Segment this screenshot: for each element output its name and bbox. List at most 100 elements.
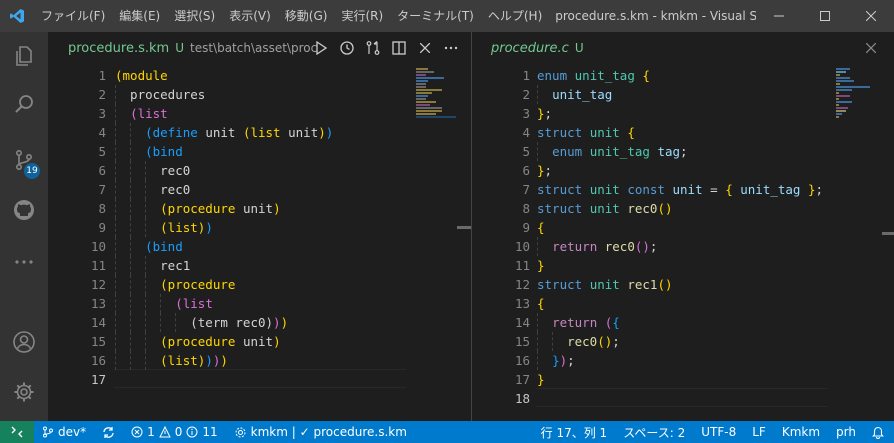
right-editor-group: procedure.c U 1 enum unit_tag {2 unit_tag… — [472, 32, 894, 421]
code-line[interactable]: 15 (procedure unit) — [48, 332, 408, 351]
split-editor-icon[interactable] — [386, 41, 412, 55]
code-token: (bind — [145, 239, 183, 254]
code-line[interactable]: 10 return rec0(); — [472, 237, 832, 256]
code-text: return ({ — [537, 313, 620, 332]
left-code-area[interactable]: 1 (module 2 procedures 3 (list 4 (define uni… — [48, 66, 408, 389]
code-token: unit — [235, 334, 274, 349]
code-line[interactable]: 6 rec0 — [48, 161, 408, 180]
code-line[interactable]: 18 — [472, 389, 832, 408]
code-line[interactable]: 1 (module — [48, 66, 408, 85]
code-line[interactable]: 11 rec1 — [48, 256, 408, 275]
timeline-icon[interactable] — [334, 40, 360, 56]
source-control-icon[interactable]: 19 — [0, 136, 48, 184]
close-tab-icon[interactable] — [858, 43, 884, 53]
code-line[interactable]: 2 procedures — [48, 85, 408, 104]
code-token: ) — [280, 315, 289, 330]
code-line[interactable]: 7 rec0 — [48, 180, 408, 199]
settings-gear-icon[interactable] — [0, 368, 48, 416]
left-scrollbar-thumb[interactable] — [457, 226, 471, 229]
right-code-area[interactable]: 1 enum unit_tag {2 unit_tag 3}; 4 struct uni… — [472, 66, 832, 408]
notifications-bell-icon[interactable] — [864, 426, 894, 439]
cursor-position[interactable]: 行 17、列 1 — [533, 424, 616, 441]
menu-file[interactable]: ファイル(F) — [34, 0, 112, 32]
code-line[interactable]: 3}; — [472, 104, 832, 123]
account-icon[interactable] — [0, 318, 48, 366]
branch-status[interactable]: dev* — [34, 425, 94, 439]
code-line[interactable]: 13 { — [472, 294, 832, 313]
menu-edit[interactable]: 編集(E) — [112, 0, 167, 32]
problems-status[interactable]: 1 0 11 — [123, 425, 226, 439]
minimize-button[interactable] — [756, 0, 802, 32]
more-actions-icon[interactable] — [438, 40, 464, 56]
code-line[interactable]: 14 return ({ — [472, 313, 832, 332]
menu-help[interactable]: ヘルプ(H) — [481, 0, 549, 32]
menu-run[interactable]: 実行(R) — [334, 0, 390, 32]
run-icon[interactable] — [308, 41, 334, 55]
code-text: (term rec0))) — [115, 313, 288, 332]
maximize-button[interactable] — [802, 0, 848, 32]
explorer-icon[interactable] — [0, 32, 48, 80]
menu-selection[interactable]: 選択(S) — [167, 0, 222, 32]
code-line[interactable]: 5 enum unit_tag tag; — [472, 142, 832, 161]
left-minimap[interactable] — [416, 68, 456, 119]
code-line[interactable]: 16 }); — [472, 351, 832, 370]
code-line[interactable]: 12 struct unit rec1() — [472, 275, 832, 294]
code-line[interactable]: 12 (procedure — [48, 275, 408, 294]
code-line[interactable]: 9{ — [472, 218, 832, 237]
tab-title: procedure.c — [491, 40, 569, 56]
right-scrollbar-thumb[interactable] — [882, 232, 894, 235]
code-line[interactable]: 1 enum unit_tag { — [472, 66, 832, 85]
compare-changes-icon[interactable] — [360, 40, 386, 56]
end-of-line[interactable]: LF — [744, 425, 774, 439]
code-line[interactable]: 17} — [472, 370, 832, 389]
code-line[interactable]: 3 (list — [48, 104, 408, 123]
code-token: ; — [815, 182, 824, 197]
github-icon[interactable] — [0, 186, 48, 234]
code-token: unit_tag — [574, 68, 635, 83]
code-line[interactable]: 8 (procedure unit) — [48, 199, 408, 218]
code-line[interactable]: 4 (define unit (list unit)) — [48, 123, 408, 142]
code-token: unit — [589, 125, 620, 140]
close-window-button[interactable] — [848, 0, 894, 32]
more-icon[interactable] — [0, 238, 48, 286]
line-number: 8 — [522, 201, 530, 216]
code-token: { — [725, 182, 733, 197]
remote-indicator-icon[interactable] — [0, 421, 34, 443]
menu-go[interactable]: 移動(G) — [278, 0, 335, 32]
menu-view[interactable]: 表示(V) — [222, 0, 278, 32]
code-line[interactable]: 4 struct unit { — [472, 123, 832, 142]
indentation[interactable]: スペース: 2 — [615, 424, 693, 441]
code-line[interactable]: 17 — [48, 370, 408, 389]
menu-terminal[interactable]: ターミナル(T) — [390, 0, 481, 32]
sync-button[interactable] — [94, 426, 123, 439]
search-icon[interactable] — [0, 80, 48, 128]
code-line[interactable]: 9 (list)) — [48, 218, 408, 237]
tab-procedure-s-km[interactable]: procedure.s.km U test\batch\asset\proced… — [68, 32, 318, 64]
code-line[interactable]: 7 struct unit const unit = { unit_tag }; — [472, 180, 832, 199]
code-line[interactable]: 8 struct unit rec0() — [472, 199, 832, 218]
code-line[interactable]: 10 (bind — [48, 237, 408, 256]
code-line[interactable]: 14 (term rec0))) — [48, 313, 408, 332]
close-tab-icon[interactable] — [412, 43, 438, 53]
info-icon — [186, 426, 198, 438]
code-line[interactable]: 15 rec0(); — [472, 332, 832, 351]
code-line[interactable]: 2 unit_tag — [472, 85, 832, 104]
code-text: (procedure unit) — [115, 332, 280, 351]
code-token: unit_tag — [552, 87, 613, 102]
encoding[interactable]: UTF-8 — [693, 425, 744, 439]
user-label[interactable]: prh — [828, 425, 864, 439]
code-line[interactable]: 5 (bind — [48, 142, 408, 161]
code-line[interactable]: 16 (list)))) — [48, 351, 408, 370]
code-line[interactable]: 11} — [472, 256, 832, 275]
left-editor-group: procedure.s.km U test\batch\asset\proced… — [48, 32, 471, 421]
code-token: { — [627, 125, 635, 140]
tab-procedure-c[interactable]: procedure.c U — [491, 32, 584, 64]
language-mode[interactable]: Kmkm — [774, 425, 828, 439]
right-minimap[interactable] — [836, 68, 870, 119]
workspace-status[interactable]: kmkm | ✓ procedure.s.km — [226, 425, 415, 439]
code-line[interactable]: 13 (list — [48, 294, 408, 313]
code-line[interactable]: 6}; — [472, 161, 832, 180]
